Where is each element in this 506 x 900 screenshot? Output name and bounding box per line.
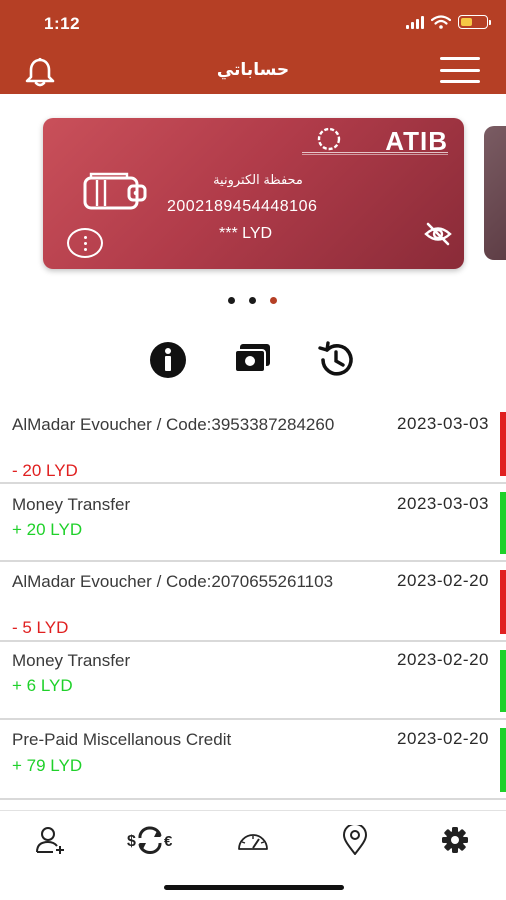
transaction-row[interactable]: Pre-Paid Miscellanous Credit 2023-02-20 … — [0, 720, 506, 800]
bank-logo-subline — [302, 152, 448, 155]
transaction-amount: + 20 LYD — [12, 520, 83, 539]
transaction-row[interactable]: Money Transfer 2023-02-20 + 6 LYD — [0, 642, 506, 720]
transaction-date: 2023-02-20 — [397, 729, 489, 748]
location-pin-icon[interactable] — [338, 825, 372, 855]
home-indicator — [164, 885, 344, 890]
signal-icon — [406, 15, 424, 29]
info-icon[interactable] — [148, 340, 188, 380]
history-icon[interactable] — [316, 340, 356, 380]
transaction-row[interactable]: AlMadar Evoucher / Code:2070655261103 20… — [0, 562, 506, 642]
transaction-date: 2023-02-20 — [397, 650, 489, 669]
more-vertical-icon[interactable] — [67, 228, 103, 258]
bank-seal-icon — [317, 127, 341, 151]
svg-text:€: € — [164, 833, 173, 850]
transaction-description: AlMadar Evoucher / Code:3953387284260 — [12, 415, 335, 434]
battery-icon — [458, 15, 491, 29]
transaction-description: Pre-Paid Miscellanous Credit — [12, 730, 232, 749]
transaction-row[interactable]: Money Transfer 2023-03-03 + 20 LYD — [0, 484, 506, 562]
account-type-label: محفظة الكترونية — [213, 172, 303, 187]
carousel-dots — [228, 297, 277, 304]
page-title: حساباتي — [216, 60, 290, 79]
transaction-status-bar — [500, 728, 506, 792]
transaction-row[interactable]: AlMadar Evoucher / Code:3953387284260 20… — [0, 404, 506, 484]
account-actions — [0, 340, 506, 380]
transaction-date: 2023-02-20 — [397, 571, 489, 590]
transaction-status-bar — [500, 650, 506, 712]
next-card-preview[interactable] — [484, 126, 506, 260]
transaction-description: AlMadar Evoucher / Code:2070655261103 — [12, 572, 334, 591]
transaction-status-bar — [500, 570, 506, 634]
app-header: 1:12 حساباتي — [0, 0, 506, 94]
account-card[interactable]: ATIB محفظة الكترونية 2002189454448106 **… — [43, 118, 464, 269]
money-icon[interactable] — [232, 340, 272, 380]
carousel-dot[interactable] — [228, 297, 235, 304]
settings-gear-icon[interactable] — [438, 825, 472, 855]
add-user-icon[interactable] — [34, 825, 68, 855]
eye-off-icon[interactable] — [424, 222, 452, 246]
status-time: 1:12 — [44, 14, 81, 33]
menu-icon[interactable] — [440, 57, 480, 83]
transaction-amount: - 20 LYD — [12, 461, 78, 480]
transaction-amount: + 6 LYD — [12, 676, 73, 695]
carousel-dot-active[interactable] — [270, 297, 277, 304]
status-icons — [406, 15, 491, 29]
transaction-status-bar — [500, 412, 506, 476]
transaction-description: Money Transfer — [12, 495, 131, 514]
wifi-icon — [431, 15, 451, 29]
transaction-list: AlMadar Evoucher / Code:3953387284260 20… — [0, 404, 506, 800]
currency-exchange-icon[interactable]: $ € — [126, 825, 178, 855]
transaction-description: Money Transfer — [12, 651, 131, 670]
account-number: 2002189454448106 — [167, 198, 318, 215]
carousel-dot[interactable] — [249, 297, 256, 304]
transaction-date: 2023-03-03 — [397, 494, 489, 513]
svg-text:$: $ — [127, 833, 136, 850]
account-balance: *** LYD — [219, 225, 273, 242]
transaction-amount: - 5 LYD — [12, 618, 69, 637]
transaction-status-bar — [500, 492, 506, 554]
speedometer-icon[interactable] — [236, 825, 270, 855]
transaction-date: 2023-03-03 — [397, 414, 489, 433]
transaction-amount: + 79 LYD — [12, 756, 83, 775]
